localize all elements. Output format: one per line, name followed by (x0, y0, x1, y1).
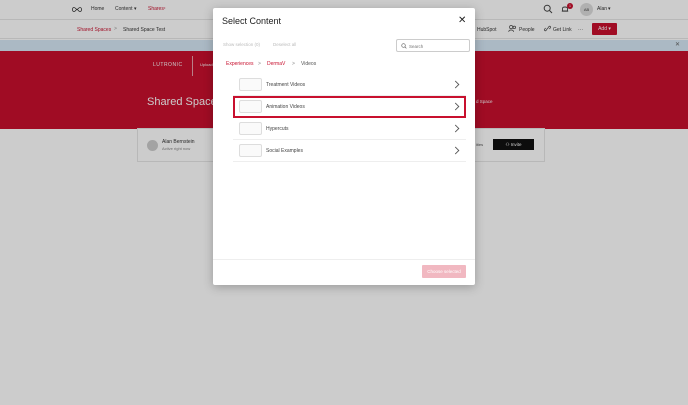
folder-thumbnail (239, 100, 262, 113)
folder-label: Animation Videos (266, 104, 305, 110)
close-icon[interactable]: ✕ (458, 16, 466, 26)
chevron-right-icon[interactable] (454, 102, 460, 111)
chevron-right-icon[interactable] (454, 146, 460, 155)
chevron-right-icon[interactable] (454, 80, 460, 89)
modal-title: Select Content (222, 16, 282, 26)
folder-row-animation-videos[interactable]: Animation Videos (233, 96, 466, 118)
folder-row-treatment-videos[interactable]: Treatment Videos (233, 74, 466, 96)
show-selection-link[interactable]: Show selection (0) (223, 42, 260, 47)
search-input[interactable] (409, 42, 467, 50)
modal-footer-divider (213, 259, 475, 260)
folder-row-hypercuts[interactable]: Hypercuts (233, 118, 466, 140)
folder-thumbnail (239, 144, 262, 157)
folder-label: Social Examples (266, 148, 303, 154)
crumb-experiences[interactable]: Experiences (226, 61, 254, 67)
breadcrumb-separator: > (258, 61, 261, 67)
folder-row-social-examples[interactable]: Social Examples (233, 140, 466, 162)
crumb-dermav[interactable]: DermaV (267, 61, 285, 67)
folder-thumbnail (239, 122, 262, 135)
select-content-modal: Select Content ✕ Show selection (0) Dese… (213, 8, 475, 285)
choose-selected-button[interactable]: Choose selected (422, 265, 466, 278)
deselect-all-link[interactable]: Deselect all (273, 42, 296, 47)
folder-thumbnail (239, 78, 262, 91)
breadcrumb-separator: > (292, 61, 295, 67)
crumb-videos: Videos (301, 61, 317, 67)
search-box[interactable] (396, 39, 470, 52)
folder-label: Hypercuts (266, 126, 289, 132)
search-icon (401, 43, 407, 49)
folder-label: Treatment Videos (266, 82, 306, 88)
chevron-right-icon[interactable] (454, 124, 460, 133)
